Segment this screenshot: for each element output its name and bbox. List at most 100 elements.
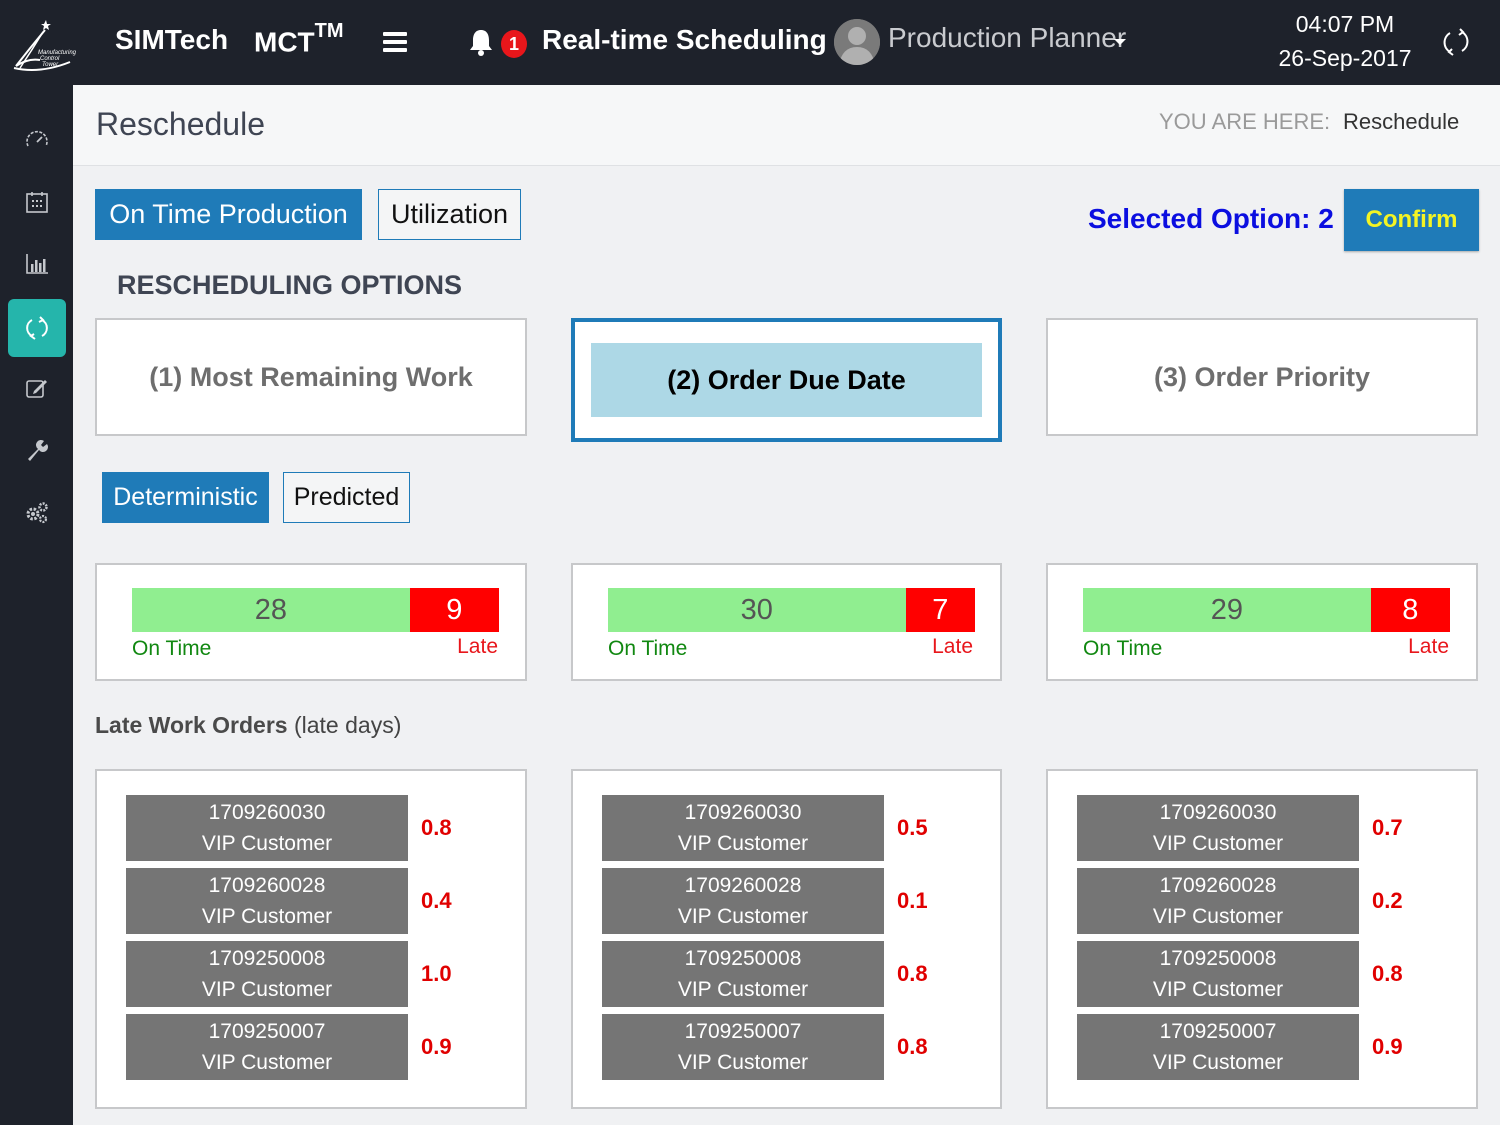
on-time-late-bar: 30 7 [608,588,975,632]
current-date: 26-Sep-2017 [1278,45,1412,71]
notification-badge[interactable]: 1 [501,30,527,58]
late-days-value: 0.5 [897,815,928,840]
work-order-id: 1709250008 [684,947,802,970]
rescheduling-options-title: RESCHEDULING OPTIONS [117,270,463,300]
late-days-value: 1.0 [421,961,452,986]
calendar-icon [26,192,48,213]
on-time-label: On Time [1083,637,1163,660]
work-order-item[interactable]: 1709260030 VIP Customer [126,795,408,861]
work-order-item[interactable]: 1709260028 VIP Customer [1077,868,1359,934]
work-order-customer: VIP Customer [201,905,333,928]
on-time-late-bar: 29 8 [1083,588,1450,632]
on-time-label: On Time [608,637,688,660]
sidebar-item-tools[interactable] [8,421,66,479]
work-order-id: 1709260028 [1159,874,1277,897]
clock: 04:07 PM 26-Sep-2017 [1270,7,1420,75]
refresh-icon[interactable] [1440,27,1472,57]
work-order-id: 1709260028 [208,874,326,897]
work-order-item[interactable]: 1709250008 VIP Customer [126,941,408,1007]
late-days-value: 0.9 [421,1034,452,1059]
option-card-order-due-date[interactable]: (2) Order Due Date [571,318,1002,442]
sidebar-item-reports[interactable] [8,235,66,293]
work-order-item[interactable]: 1709250007 VIP Customer [1077,1014,1359,1080]
option-label: (2) Order Due Date [667,364,906,395]
work-order-id: 1709250008 [1159,947,1277,970]
sidebar-item-reschedule[interactable] [8,299,66,357]
breadcrumb-current[interactable]: Reschedule [1343,109,1459,135]
late-days-value: 0.8 [897,1034,928,1059]
tab-utilization[interactable]: Utilization [378,189,521,240]
late-orders-card-option-1: 1709260030 VIP Customer 0.8 1709260028 VIP C… [95,769,527,1109]
trademark: TM [314,20,344,42]
work-order-id: 1709250007 [684,1020,802,1043]
late-days-value: 0.7 [1372,815,1403,840]
tab-on-time-production[interactable]: On Time Production [95,189,362,240]
work-order-item[interactable]: 1709250007 VIP Customer [126,1014,408,1080]
work-order-customer: VIP Customer [677,832,809,855]
brand-name: SIMTech [115,24,229,55]
selected-option-label: Selected Option: 2 [1088,203,1334,234]
page-title: Reschedule [96,106,265,142]
work-order-customer: VIP Customer [201,978,333,1001]
work-order-id: 1709260030 [1159,801,1277,824]
work-order-item[interactable]: 1709260030 VIP Customer [1077,795,1359,861]
work-order-customer: VIP Customer [201,1051,333,1074]
summary-card-option-3: 29 8 On Time Late [1046,563,1478,681]
breadcrumb-label: YOU ARE HERE: [1159,109,1331,134]
work-order-id: 1709250007 [208,1020,326,1043]
user-avatar[interactable] [834,19,880,65]
sidebar-item-edit[interactable] [8,359,66,417]
work-order-item[interactable]: 1709250008 VIP Customer [602,941,884,1007]
late-label: Late [932,635,973,658]
option-card-order-priority[interactable]: (3) Order Priority [1046,318,1478,436]
mct-logo[interactable]: Manufacturing Control Tower [10,18,92,74]
refresh-icon [26,316,48,340]
svg-text:Tower: Tower [42,62,59,68]
title-suffix: (late days) [287,712,402,738]
sidebar [0,85,73,1125]
late-days-value: 0.8 [421,815,452,840]
on-time-late-bar: 28 9 [132,588,499,632]
work-order-customer: VIP Customer [677,905,809,928]
product-label: MCT [254,26,315,58]
late-segment: 8 [1370,588,1450,632]
edit-icon [26,380,47,398]
on-time-segment: 30 [608,588,906,632]
late-days-value: 0.1 [897,888,928,913]
work-order-customer: VIP Customer [1152,832,1284,855]
late-days-value: 0.4 [421,888,452,913]
notification-bell-icon[interactable] [468,28,494,56]
summary-card-option-1: 28 9 On Time Late [95,563,527,681]
work-order-customer: VIP Customer [1152,1051,1284,1074]
late-days-value: 0.8 [1372,961,1403,986]
option-card-most-remaining-work[interactable]: (1) Most Remaining Work [95,318,527,436]
late-segment: 9 [409,588,499,632]
tab-deterministic[interactable]: Deterministic [102,472,269,523]
on-time-segment: 28 [132,588,410,632]
work-order-id: 1709250008 [208,947,326,970]
top-navbar: Manufacturing Control Tower SIMTech MCTT… [0,0,1500,85]
on-time-label: On Time [132,637,212,660]
user-role-dropdown[interactable]: Production Planner [888,22,1126,54]
sidebar-item-schedule[interactable] [8,173,66,231]
option-label: (3) Order Priority [1153,361,1371,392]
chevron-down-icon[interactable] [1114,39,1126,45]
product-name: MCTTM [254,20,344,58]
menu-toggle-icon[interactable] [383,32,407,52]
tab-predicted[interactable]: Predicted [283,472,410,523]
late-label: Late [1408,635,1449,658]
sidebar-item-settings[interactable] [8,483,66,541]
page-header: Reschedule YOU ARE HERE: Reschedule [73,85,1500,166]
work-order-item[interactable]: 1709260028 VIP Customer [126,868,408,934]
app-title: Real-time Scheduling [542,24,827,55]
late-orders-card-option-3: 1709260030 VIP Customer 0.7 1709260028 VIP C… [1046,769,1478,1109]
work-order-item[interactable]: 1709260028 VIP Customer [602,868,884,934]
sidebar-item-dashboard[interactable] [8,111,66,169]
confirm-button[interactable]: Confirm [1344,189,1479,251]
bar-chart-icon [26,254,48,274]
work-order-item[interactable]: 1709250007 VIP Customer [602,1014,884,1080]
work-order-customer: VIP Customer [677,978,809,1001]
current-time: 04:07 PM [1295,11,1395,37]
work-order-item[interactable]: 1709250008 VIP Customer [1077,941,1359,1007]
work-order-item[interactable]: 1709260030 VIP Customer [602,795,884,861]
